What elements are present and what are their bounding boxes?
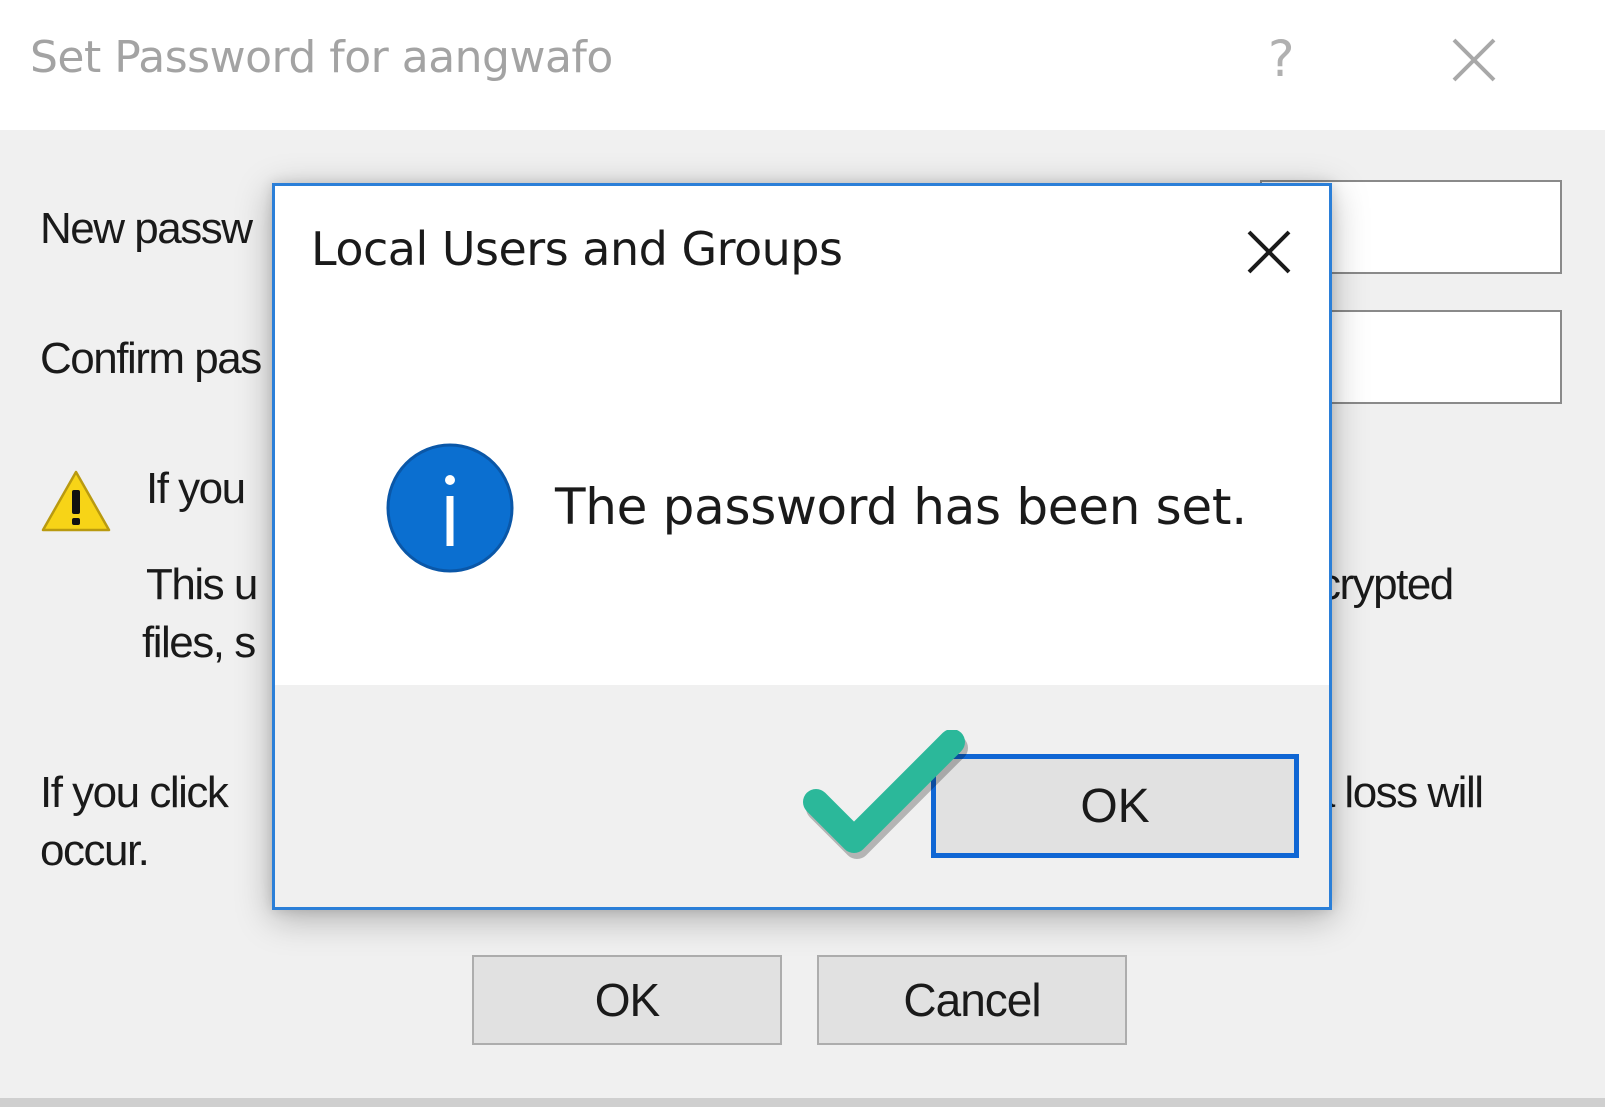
click-text-line1: If you click <box>40 768 229 817</box>
close-icon[interactable] <box>1243 226 1295 278</box>
parent-cancel-button[interactable]: Cancel <box>817 955 1127 1045</box>
warning-text-line2: files, s <box>142 618 256 667</box>
new-password-label: New passw <box>40 204 253 253</box>
parent-ok-button[interactable]: OK <box>472 955 782 1045</box>
warning-heading: If you <box>146 464 246 513</box>
parent-dialog-title: Set Password for aangwafo <box>30 32 613 83</box>
click-text-line2: occur. <box>40 826 150 875</box>
warning-text-line1: This u <box>146 560 258 609</box>
ok-button[interactable]: OK <box>931 754 1299 858</box>
message-text: The password has been set. <box>555 478 1247 536</box>
message-box-title: Local Users and Groups <box>311 222 843 276</box>
help-icon[interactable]: ? <box>1268 30 1295 88</box>
info-icon <box>386 443 514 573</box>
confirm-password-label: Confirm pas <box>40 334 262 383</box>
close-icon[interactable] <box>1448 34 1500 86</box>
parent-titlebar: Set Password for aangwafo ? <box>0 0 1605 130</box>
window-bottom-edge <box>0 1098 1605 1107</box>
checkmark-icon <box>803 730 968 859</box>
warning-icon <box>41 470 111 532</box>
